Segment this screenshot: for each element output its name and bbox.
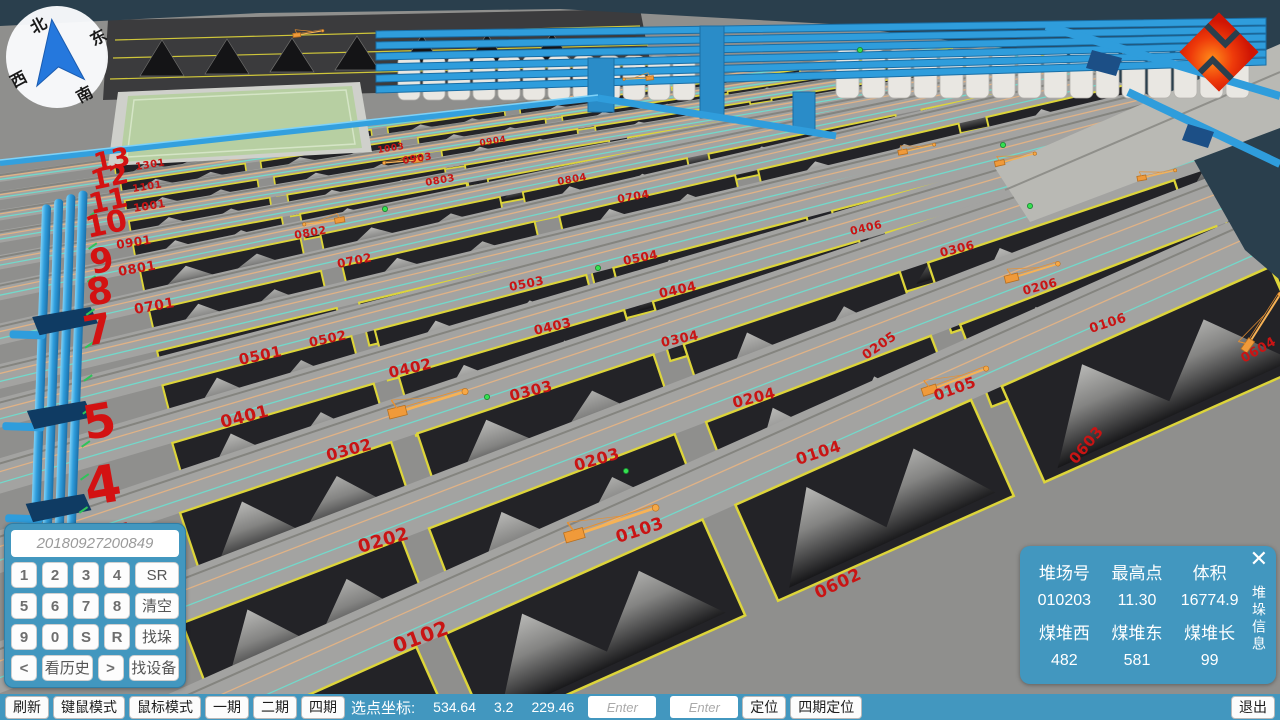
coal-yard-monitoring-app: 1301110110010901080107011003090309040803… xyxy=(0,0,1280,720)
refresh-button[interactable]: 刷新 xyxy=(5,696,49,719)
keypad-key-9[interactable]: 9 xyxy=(11,624,37,650)
keypad-key-0[interactable]: 0 xyxy=(42,624,68,650)
status-dot-icon xyxy=(595,265,600,270)
yard-number-header: 堆场号 xyxy=(1028,559,1101,584)
status-dot-icon xyxy=(382,206,387,211)
keypad-key-5[interactable]: 5 xyxy=(11,593,37,619)
coord-z-value: 229.46 xyxy=(531,699,574,715)
coord-input-1[interactable] xyxy=(588,696,656,718)
status-dot-icon xyxy=(1027,203,1032,208)
compass[interactable]: 北 东 西 南 xyxy=(4,4,110,110)
volume-header: 体积 xyxy=(1173,559,1246,584)
pile-east-header: 煤堆东 xyxy=(1101,619,1174,644)
volume-value: 16774.9 xyxy=(1173,592,1246,610)
pile-info-panel: ✕ 堆场号 最高点 体积 010203 11.30 16774.9 煤堆西 煤堆… xyxy=(1020,546,1276,684)
keypad-key-4[interactable]: 4 xyxy=(104,562,130,588)
phase4-button[interactable]: 四期 xyxy=(301,696,345,719)
coord-input-2[interactable] xyxy=(670,696,738,718)
keypad-panel: 1234SR5678清空90SR找垛<看历史>找设备 xyxy=(4,523,186,688)
keypad-key-prev[interactable]: < xyxy=(11,655,37,681)
keypad-key-8[interactable]: 8 xyxy=(104,593,130,619)
keyboard-mouse-mode-button[interactable]: 键鼠模式 xyxy=(53,696,125,719)
highest-point-value: 11.30 xyxy=(1101,592,1174,610)
status-dot-icon xyxy=(857,47,862,52)
keypad-key-SR[interactable]: SR xyxy=(135,562,179,588)
keypad-key-找设备[interactable]: 找设备 xyxy=(129,655,180,681)
mouse-mode-button[interactable]: 鼠标模式 xyxy=(129,696,201,719)
coord-y-value: 3.2 xyxy=(494,699,513,715)
phase4-locate-button[interactable]: 四期定位 xyxy=(790,696,862,719)
yard-number-value: 010203 xyxy=(1028,592,1101,610)
phase1-button[interactable]: 一期 xyxy=(205,696,249,719)
keypad-key-S[interactable]: S xyxy=(73,624,99,650)
company-logo xyxy=(1166,10,1272,94)
phase2-button[interactable]: 二期 xyxy=(253,696,297,719)
keypad-key-找垛[interactable]: 找垛 xyxy=(135,624,179,650)
pile-info-side-label: 堆垛信息 xyxy=(1249,585,1269,653)
bottom-toolbar: 刷新 键鼠模式 鼠标模式 一期 二期 四期 选点坐标: 534.64 3.2 2… xyxy=(0,694,1280,720)
close-icon[interactable]: ✕ xyxy=(1250,546,1268,572)
timestamp-input[interactable] xyxy=(11,530,179,557)
status-dot-icon xyxy=(1000,142,1005,147)
pile-east-value: 581 xyxy=(1101,652,1174,670)
selected-point-coord-label: 选点坐标: xyxy=(351,697,415,718)
exit-button[interactable]: 退出 xyxy=(1231,696,1275,719)
pile-length-value: 99 xyxy=(1173,652,1246,670)
coord-x-value: 534.64 xyxy=(433,699,476,715)
pile-west-value: 482 xyxy=(1028,652,1101,670)
status-dot-icon xyxy=(484,394,489,399)
status-dot-icon xyxy=(623,468,628,473)
keypad-key-清空[interactable]: 清空 xyxy=(135,593,179,619)
keypad-key-6[interactable]: 6 xyxy=(42,593,68,619)
keypad-key-2[interactable]: 2 xyxy=(42,562,68,588)
pile-west-header: 煤堆西 xyxy=(1028,619,1101,644)
keypad-key-看历史[interactable]: 看历史 xyxy=(42,655,93,681)
keypad-key-1[interactable]: 1 xyxy=(11,562,37,588)
locate-button[interactable]: 定位 xyxy=(742,696,786,719)
keypad-key-7[interactable]: 7 xyxy=(73,593,99,619)
keypad-key-3[interactable]: 3 xyxy=(73,562,99,588)
pile-length-header: 煤堆长 xyxy=(1173,619,1246,644)
highest-point-header: 最高点 xyxy=(1101,559,1174,584)
keypad-key-R[interactable]: R xyxy=(104,624,130,650)
keypad-key-next[interactable]: > xyxy=(98,655,124,681)
